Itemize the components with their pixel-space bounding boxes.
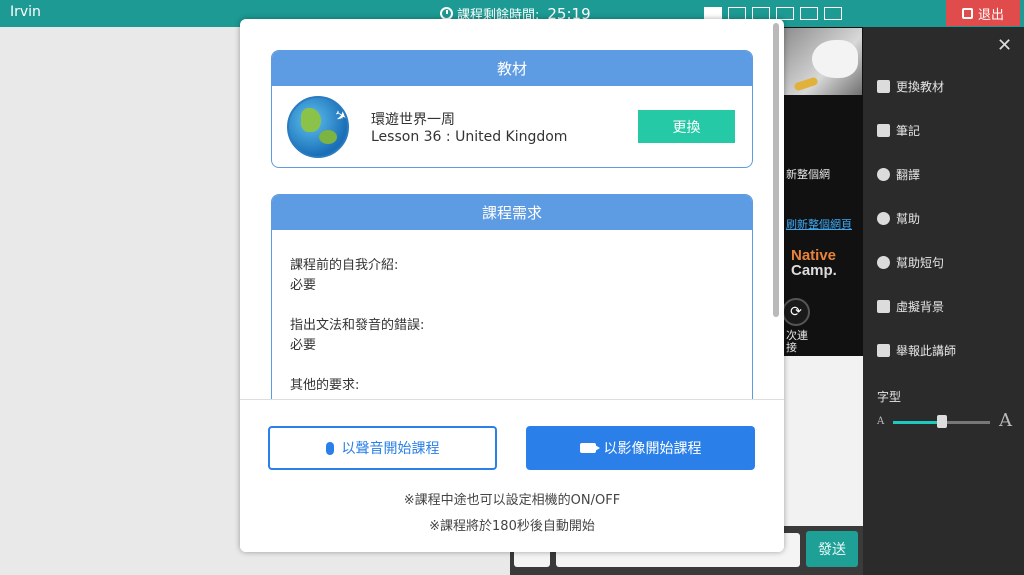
requirement-item: 其他的要求: <box>290 376 734 396</box>
close-menu-icon[interactable]: ✕ <box>997 35 1012 56</box>
menu-item-virtual-background[interactable]: 虛擬背景 <box>877 298 944 315</box>
refresh-icon: ⟳ <box>790 304 802 320</box>
font-size-small-label: A <box>877 416 885 427</box>
exit-button[interactable]: 退出 <box>946 0 1020 26</box>
menu-item-label: 更換教材 <box>896 80 945 94</box>
menu-item-change-material[interactable]: 更換教材 <box>877 78 944 95</box>
menu-item-label: 幫助 <box>896 212 921 226</box>
auto-start-note: ※課程將於180秒後自動開始 <box>429 519 595 534</box>
requirement-item: 指出文法和發音的錯誤: 必要 <box>290 316 734 356</box>
change-material-button[interactable]: 更換 <box>638 110 735 143</box>
requirement-label: 課程前的自我介紹: <box>290 258 399 273</box>
requirement-value: 必要 <box>290 338 317 353</box>
dialog-footer: 以聲音開始課程 以影像開始課程 ※課程中途也可以設定相機的ON/OFF ※課程將… <box>240 399 784 552</box>
menu-item-help-phrases[interactable]: 幫助短句 <box>877 254 944 271</box>
dialog-scrollbar[interactable] <box>773 23 779 317</box>
reconnect-label-2: 接 <box>786 341 797 354</box>
logo-line-2: Camp. <box>791 262 837 279</box>
reconnect-button[interactable]: ⟳ <box>782 298 810 326</box>
slider-handle[interactable] <box>937 415 947 428</box>
menu-item-notes[interactable]: 筆記 <box>877 122 920 139</box>
requirements-list: 課程前的自我介紹: 必要 指出文法和發音的錯誤: 必要 其他的要求: <box>272 230 752 399</box>
microphone-icon <box>325 441 334 455</box>
menu-item-label: 翻譯 <box>896 168 921 182</box>
start-voice-lesson-button[interactable]: 以聲音開始課程 <box>268 426 497 470</box>
layout-option-5-icon[interactable] <box>800 7 818 20</box>
question-icon <box>877 212 890 225</box>
menu-item-translate[interactable]: 翻譯 <box>877 166 920 183</box>
material-header: 教材 <box>272 51 752 86</box>
globe-icon <box>877 168 890 181</box>
material-card: 教材 ✈ 環遊世界一周 Lesson 36 : United Kingdom 更… <box>271 50 753 168</box>
requirements-header: 課程需求 <box>272 195 752 230</box>
video-camera-icon <box>579 443 600 453</box>
send-button[interactable]: 發送 <box>806 531 858 567</box>
flag-icon <box>877 344 890 357</box>
image-icon <box>877 300 890 313</box>
requirement-label: 其他的要求: <box>290 378 360 393</box>
material-lesson: Lesson 36 : United Kingdom <box>371 129 568 145</box>
exit-icon <box>961 7 973 19</box>
requirement-label: 指出文法和發音的錯誤: <box>290 318 425 333</box>
font-size-label: 字型 <box>877 390 902 404</box>
font-size-slider[interactable]: A A <box>877 410 1017 432</box>
requirement-value: 必要 <box>290 278 317 293</box>
dialog-scroll-area: 教材 ✈ 環遊世界一周 Lesson 36 : United Kingdom 更… <box>240 19 784 399</box>
pencil-icon <box>877 124 890 137</box>
globe-land <box>301 108 321 132</box>
video-panel-text: 新整個網 <box>786 168 830 181</box>
user-name: Irvin <box>10 4 41 20</box>
requirements-card: 課程需求 課程前的自我介紹: 必要 指出文法和發音的錯誤: 必要 其他的要求: <box>271 194 753 399</box>
airplane-icon: ✈ <box>331 103 349 128</box>
exit-label: 退出 <box>977 7 1004 23</box>
font-size-large-label: A <box>999 410 1012 431</box>
slider-fill <box>893 421 942 424</box>
speech-bubble-icon <box>877 256 890 269</box>
nativecamp-logo: Native Camp. <box>791 248 837 278</box>
material-title: 環遊世界一周 <box>371 112 455 128</box>
menu-item-label: 幫助短句 <box>896 256 945 270</box>
start-voice-label: 以聲音開始課程 <box>341 440 440 456</box>
start-video-lesson-button[interactable]: 以影像開始課程 <box>526 426 755 470</box>
logo-line-1: Native <box>791 247 837 264</box>
globe-land <box>319 130 337 144</box>
layout-option-6-icon[interactable] <box>824 7 842 20</box>
globe-icon: ✈ <box>287 96 349 158</box>
camera-toggle-note: ※課程中途也可以設定相機的ON/OFF <box>403 493 621 508</box>
lesson-start-dialog: 教材 ✈ 環遊世界一周 Lesson 36 : United Kingdom 更… <box>240 19 784 552</box>
start-video-label: 以影像開始課程 <box>603 440 702 456</box>
chat-log <box>780 356 863 526</box>
side-menu: ✕ 更換教材 筆記 翻譯 幫助 幫助短句 虛擬背景 舉報此講師 字型 A A <box>863 27 1024 575</box>
menu-item-label: 筆記 <box>896 124 921 138</box>
menu-item-label: 虛擬背景 <box>896 300 945 314</box>
book-icon <box>877 80 890 93</box>
refresh-page-link[interactable]: 刷新整個網頁 <box>786 216 852 232</box>
menu-item-report-teacher[interactable]: 舉報此講師 <box>877 342 956 359</box>
requirement-item: 課程前的自我介紹: 必要 <box>290 256 734 296</box>
menu-item-help[interactable]: 幫助 <box>877 210 920 227</box>
video-image-bird <box>812 40 858 78</box>
menu-item-label: 舉報此講師 <box>896 344 957 358</box>
